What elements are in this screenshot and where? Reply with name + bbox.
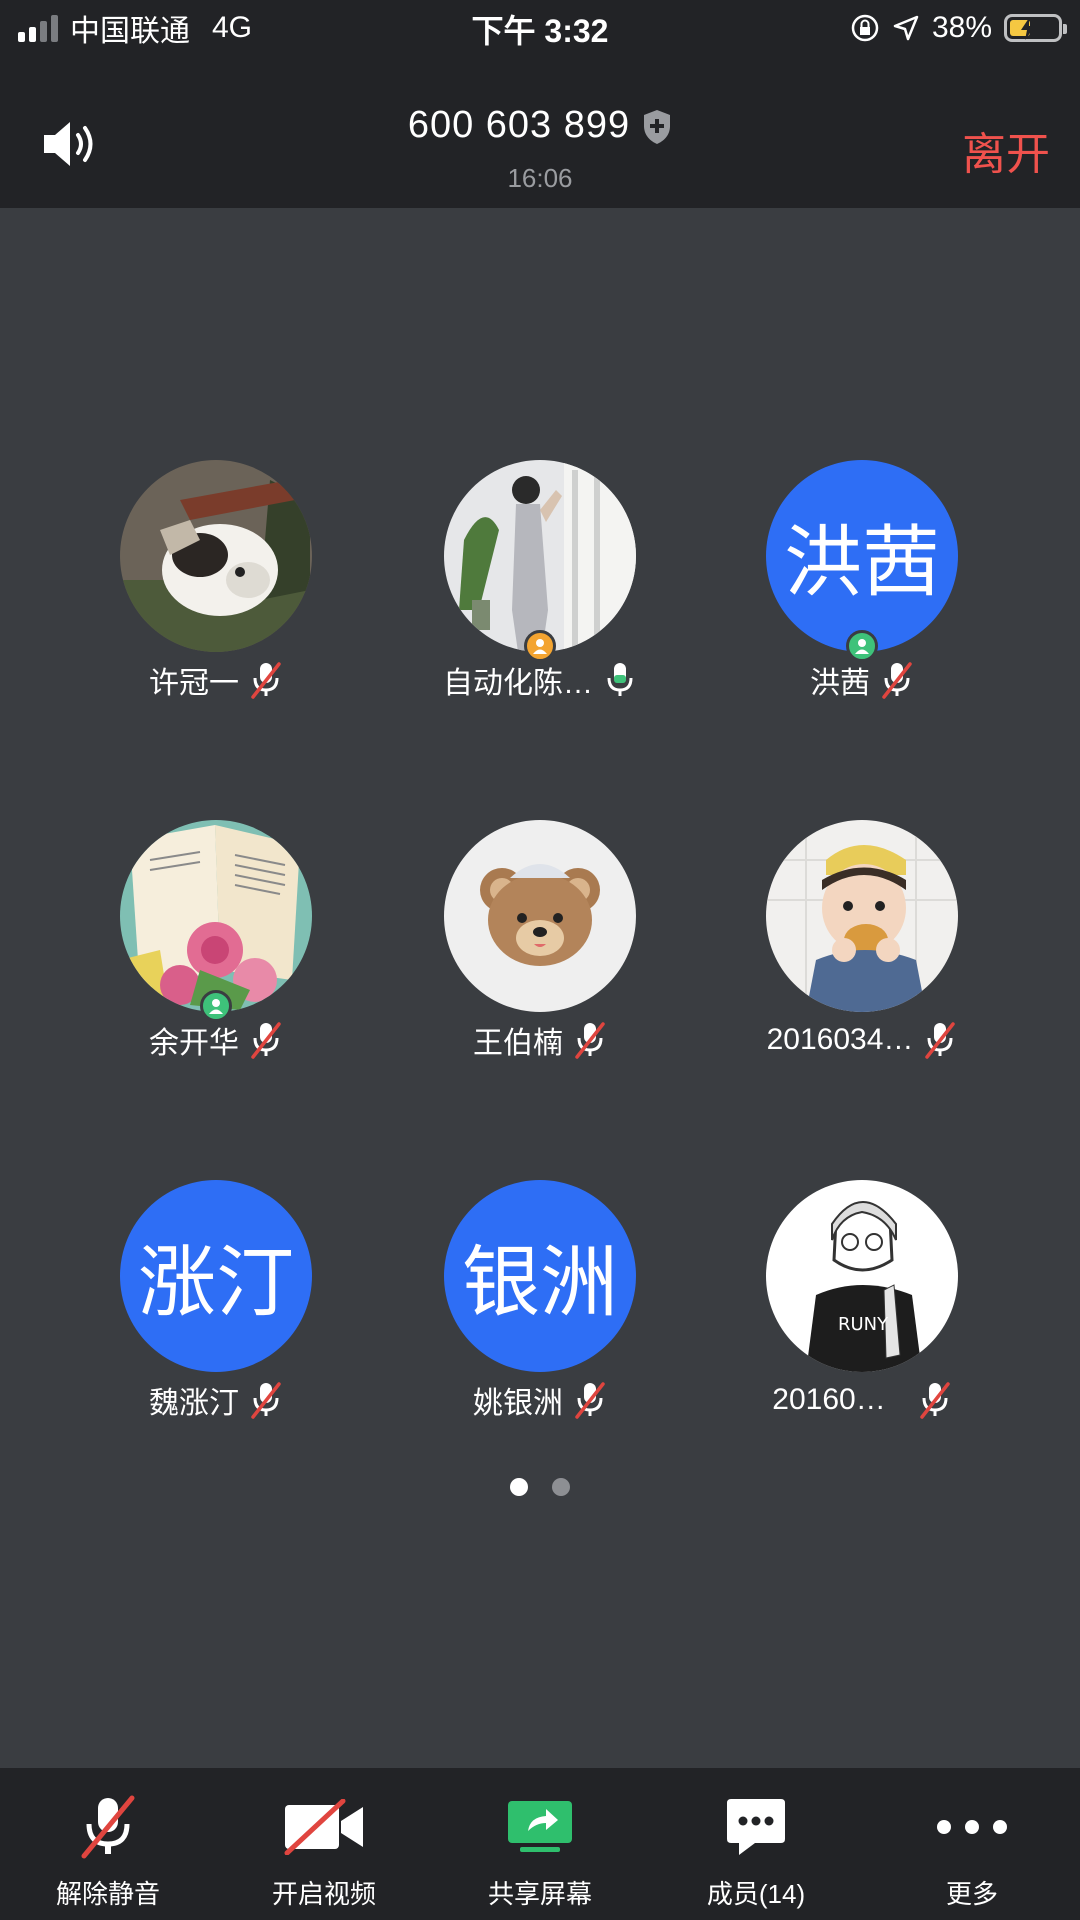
participant-name: 20160… xyxy=(772,1383,886,1416)
participant-tile[interactable]: 洪茜 洪茜 xyxy=(702,460,1022,700)
participant-name: 2016034… xyxy=(766,1023,914,1056)
participant-nameline: 2016034… xyxy=(702,1020,1022,1060)
participant-nameline: 20160… xyxy=(702,1380,1022,1420)
more-button[interactable]: 更多 xyxy=(864,1768,1080,1920)
bottom-toolbar: 解除静音 开启视频 共享屏幕 成员(14) 更多 xyxy=(0,1768,1080,1920)
mic-muted-icon xyxy=(882,662,912,699)
page-dot-1[interactable] xyxy=(510,1478,528,1496)
sketch-person-photo-icon: RUNY xyxy=(766,1180,958,1372)
book-roses-photo-icon xyxy=(120,820,312,1012)
participant-tile[interactable]: 余开华 xyxy=(56,820,376,1060)
participant-tile[interactable]: 涨汀 魏涨汀 xyxy=(56,1180,376,1420)
members-button[interactable]: 成员(14) xyxy=(648,1768,864,1920)
participant-name: 许冠一 xyxy=(149,667,239,700)
participant-nameline: 洪茜 xyxy=(702,660,1022,700)
meeting-duration: 16:06 xyxy=(507,163,573,193)
mic-active-icon xyxy=(607,663,633,696)
unmute-button[interactable]: 解除静音 xyxy=(0,1768,216,1920)
meeting-header: 600 603 899 16:06 离开 xyxy=(0,56,1080,208)
participant-tile[interactable]: 王伯楠 xyxy=(380,820,700,1060)
members-label: 成员(14) xyxy=(706,1879,806,1909)
start-video-button[interactable]: 开启视频 xyxy=(216,1768,432,1920)
mic-muted-icon xyxy=(919,1382,950,1419)
participant-name: 洪茜 xyxy=(810,667,870,700)
participant-tile[interactable]: 2016034… xyxy=(702,820,1022,1060)
cat-photo-icon xyxy=(120,460,312,652)
participant-nameline: 余开华 xyxy=(56,1020,376,1060)
participant-name: 自动化陈… xyxy=(443,667,593,700)
participant-nameline: 姚银洲 xyxy=(380,1380,700,1420)
participant-nameline: 许冠一 xyxy=(56,660,376,700)
person-photo-icon xyxy=(444,460,636,652)
status-bar: 中国联通 4G 下午 3:32 38% xyxy=(0,0,1080,56)
participant-nameline: 王伯楠 xyxy=(380,1020,700,1060)
participant-name: 余开华 xyxy=(149,1027,239,1060)
share-screen-label: 共享屏幕 xyxy=(487,1879,592,1909)
participant-tile[interactable]: 自动化陈… xyxy=(380,460,700,700)
svg-text:RUNY: RUNY xyxy=(838,1314,889,1335)
chat-bubble-icon xyxy=(727,1799,785,1855)
battery-icon xyxy=(1004,14,1067,42)
rotation-lock-icon xyxy=(851,14,879,42)
bear-photo-icon xyxy=(444,820,636,1012)
participant-name: 王伯楠 xyxy=(473,1027,563,1060)
share-screen-icon xyxy=(508,1801,572,1852)
participant-name: 姚银洲 xyxy=(473,1387,563,1420)
mic-muted-icon xyxy=(575,1022,605,1059)
start-video-label: 开启视频 xyxy=(271,1879,376,1909)
participant-tile[interactable]: RUNY 20160… xyxy=(702,1180,1022,1420)
mic-muted-icon xyxy=(251,1382,281,1419)
meeting-id-text: 600 603 899 xyxy=(407,104,631,146)
more-label: 更多 xyxy=(945,1879,998,1909)
avatar-text: 涨汀 xyxy=(120,1180,312,1372)
page-dot-2[interactable] xyxy=(552,1478,570,1496)
share-screen-button[interactable]: 共享屏幕 xyxy=(432,1768,648,1920)
leave-button[interactable]: 离开 xyxy=(962,118,1050,182)
mic-muted-icon xyxy=(81,1795,135,1859)
participant-nameline: 魏涨汀 xyxy=(56,1380,376,1420)
battery-percent: 38% xyxy=(931,11,992,44)
participant-tile[interactable]: 银洲 姚银洲 xyxy=(380,1180,700,1420)
participant-nameline: 自动化陈… xyxy=(380,660,700,700)
mic-muted-icon xyxy=(925,1022,956,1059)
unmute-label: 解除静音 xyxy=(55,1879,160,1909)
status-right: 38% xyxy=(850,8,1067,48)
mic-muted-icon xyxy=(575,1382,605,1419)
avatar-text: 洪茜 xyxy=(766,460,958,652)
page-indicator[interactable] xyxy=(0,1478,1080,1496)
participant-tile[interactable]: 许冠一 xyxy=(56,460,376,700)
participant-name: 魏涨汀 xyxy=(149,1387,239,1420)
shield-icon xyxy=(644,109,671,144)
child-photo-icon xyxy=(766,820,958,1012)
mic-muted-icon xyxy=(251,1022,281,1059)
more-dots-icon xyxy=(937,1820,1007,1834)
mic-muted-icon xyxy=(251,662,281,699)
video-off-icon xyxy=(284,1799,363,1855)
location-icon xyxy=(893,15,919,41)
meeting-id[interactable]: 600 603 899 xyxy=(0,104,1080,147)
avatar-text: 银洲 xyxy=(444,1180,636,1372)
